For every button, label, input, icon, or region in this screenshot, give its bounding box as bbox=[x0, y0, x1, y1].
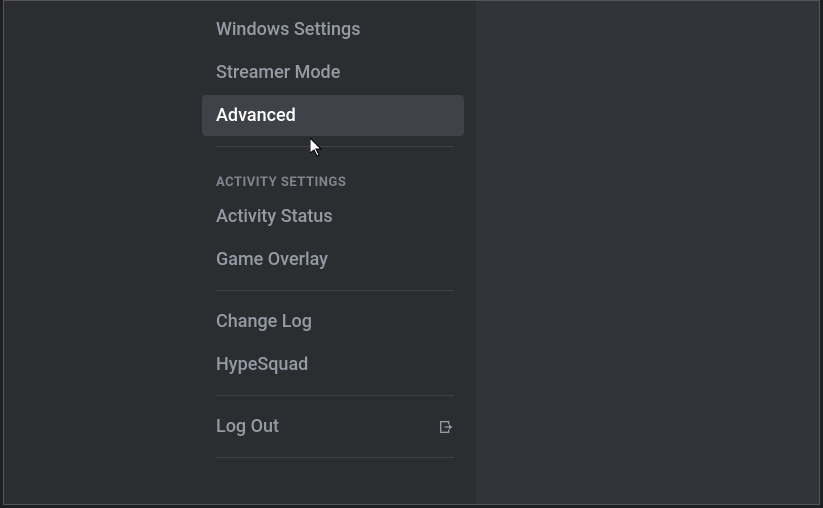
logout-icon bbox=[438, 419, 454, 435]
sidebar-item-hypesquad[interactable]: HypeSquad bbox=[202, 344, 464, 385]
settings-window: Windows Settings Streamer Mode Advanced … bbox=[3, 0, 820, 505]
sidebar-item-change-log[interactable]: Change Log bbox=[202, 301, 464, 342]
sidebar-inner: Windows Settings Streamer Mode Advanced … bbox=[4, 9, 476, 458]
sidebar-item-activity-status[interactable]: Activity Status bbox=[202, 196, 464, 237]
settings-sidebar: Windows Settings Streamer Mode Advanced … bbox=[4, 1, 476, 504]
sidebar-item-label: Change Log bbox=[216, 311, 312, 332]
sidebar-item-label: Advanced bbox=[216, 105, 296, 126]
section-header-activity: ACTIVITY SETTINGS bbox=[202, 157, 464, 196]
sidebar-item-label: Streamer Mode bbox=[216, 62, 340, 83]
sidebar-item-game-overlay[interactable]: Game Overlay bbox=[202, 239, 464, 280]
sidebar-item-log-out[interactable]: Log Out bbox=[202, 406, 464, 447]
sidebar-item-advanced[interactable]: Advanced bbox=[202, 95, 464, 136]
separator bbox=[216, 290, 454, 291]
sidebar-item-label: Log Out bbox=[216, 416, 279, 437]
sidebar-item-label: Game Overlay bbox=[216, 249, 328, 270]
separator bbox=[216, 457, 454, 458]
separator bbox=[216, 395, 454, 396]
separator bbox=[216, 146, 454, 147]
sidebar-item-label: Windows Settings bbox=[216, 19, 361, 40]
settings-content bbox=[476, 1, 819, 504]
sidebar-item-windows-settings[interactable]: Windows Settings bbox=[202, 9, 464, 50]
sidebar-item-label: Activity Status bbox=[216, 206, 333, 227]
sidebar-item-streamer-mode[interactable]: Streamer Mode bbox=[202, 52, 464, 93]
sidebar-item-label: HypeSquad bbox=[216, 354, 308, 375]
